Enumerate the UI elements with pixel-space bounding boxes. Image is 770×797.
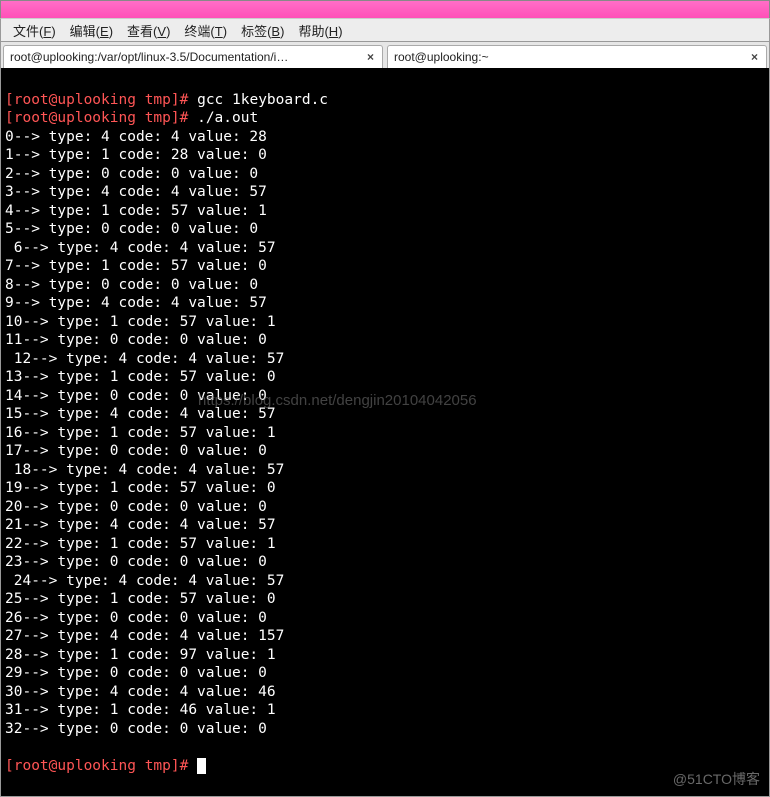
menu-terminal[interactable]: 终端(T) xyxy=(178,19,233,42)
close-icon[interactable]: × xyxy=(365,50,376,64)
menu-file[interactable]: 文件(F) xyxy=(7,19,62,42)
tab-2-label: root@uplooking:~ xyxy=(394,50,749,64)
cursor xyxy=(197,758,206,774)
tab-bar: root@uplooking:/var/opt/linux-3.5/Docume… xyxy=(0,42,770,68)
tab-1[interactable]: root@uplooking:/var/opt/linux-3.5/Docume… xyxy=(3,45,383,68)
menu-tabs[interactable]: 标签(B) xyxy=(235,19,290,42)
menu-bar: 文件(F) 编辑(E) 查看(V) 终端(T) 标签(B) 帮助(H) xyxy=(0,18,770,42)
tab-1-label: root@uplooking:/var/opt/linux-3.5/Docume… xyxy=(10,50,365,64)
menu-help[interactable]: 帮助(H) xyxy=(292,19,348,42)
menu-edit[interactable]: 编辑(E) xyxy=(64,19,119,42)
terminal-output[interactable]: [root@uplooking tmp]# gcc 1keyboard.c[ro… xyxy=(0,68,770,797)
close-icon[interactable]: × xyxy=(749,50,760,64)
tab-2[interactable]: root@uplooking:~ × xyxy=(387,45,767,68)
window-titlebar[interactable] xyxy=(0,0,770,18)
menu-view[interactable]: 查看(V) xyxy=(121,19,176,42)
